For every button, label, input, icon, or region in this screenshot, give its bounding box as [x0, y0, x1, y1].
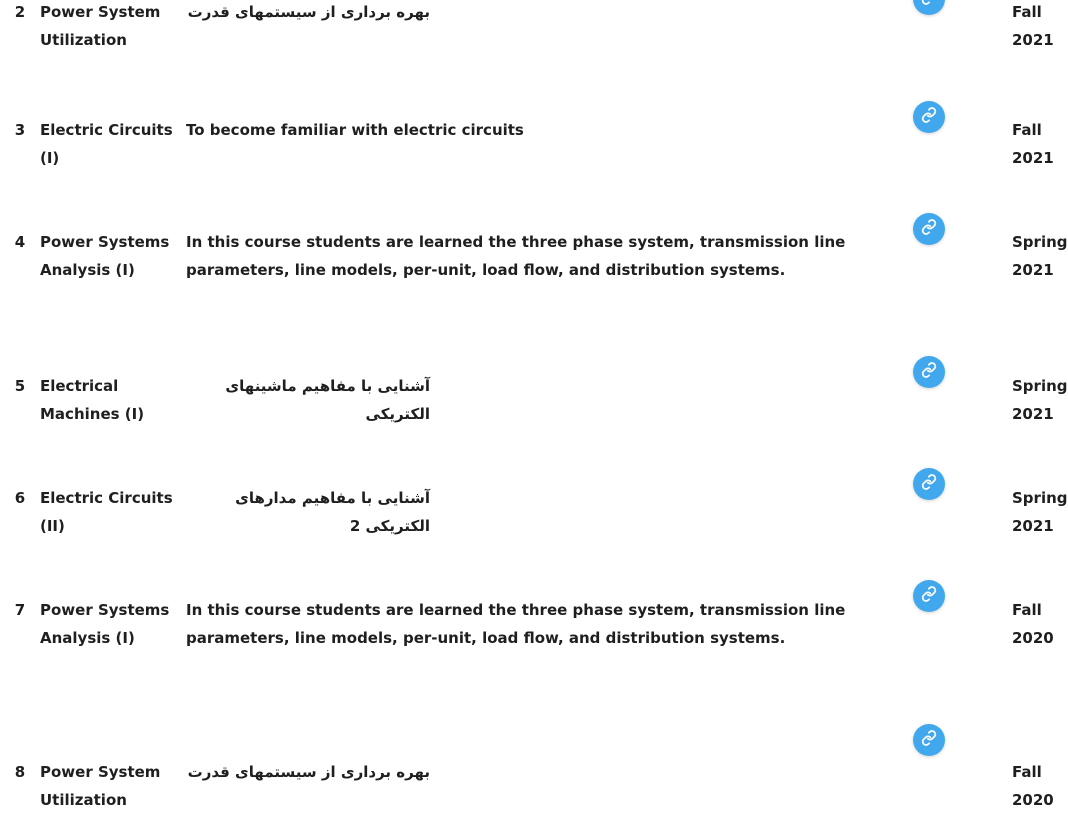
course-description: In this course students are learned the … — [186, 233, 846, 279]
course-description: To become familiar with electric circuit… — [186, 121, 524, 139]
row-number: 6 — [14, 489, 26, 507]
link-icon — [921, 107, 937, 127]
course-title: Electrical Machines (I) — [40, 377, 145, 423]
course-link-button[interactable] — [913, 213, 945, 245]
course-title: Power Systems Analysis (I) — [40, 601, 170, 647]
row-number: 5 — [14, 377, 26, 395]
course-title: Power System Utilization — [40, 3, 161, 49]
course-link-button[interactable] — [913, 468, 945, 500]
course-term: Spring 2021 — [1012, 233, 1068, 279]
course-description: In this course students are learned the … — [186, 601, 846, 647]
course-link-button[interactable] — [913, 0, 945, 15]
course-term: Fall 2020 — [1012, 601, 1054, 647]
course-link-button[interactable] — [913, 356, 945, 388]
course-description: بهره برداری از سیستمهای قدرت — [187, 763, 430, 781]
row-number: 8 — [14, 763, 26, 781]
row-number: 2 — [14, 3, 26, 21]
link-icon — [921, 219, 937, 239]
course-link-button[interactable] — [913, 724, 945, 756]
course-description: آشنایی با مفاهیم مدارهای الکتریکی 2 — [235, 489, 430, 535]
course-title: Power System Utilization — [40, 763, 161, 809]
course-term: Fall 2021 — [1012, 3, 1054, 49]
link-icon — [921, 586, 937, 606]
course-title: Power Systems Analysis (I) — [40, 233, 170, 279]
link-icon — [921, 474, 937, 494]
course-term: Fall 2021 — [1012, 121, 1054, 167]
row-number: 4 — [14, 233, 26, 251]
link-icon — [921, 362, 937, 382]
course-term: Fall 2020 — [1012, 763, 1054, 809]
link-icon — [921, 730, 937, 750]
course-link-button[interactable] — [913, 580, 945, 612]
course-description: بهره برداری از سیستمهای قدرت — [187, 3, 430, 21]
row-number: 7 — [14, 601, 26, 619]
course-description: آشنایی با مفاهیم ماشینهای الکتریکی — [225, 377, 430, 423]
link-icon — [921, 0, 937, 9]
course-link-button[interactable] — [913, 101, 945, 133]
courses-table: 2 Power System Utilization بهره برداری ا… — [0, 0, 1068, 814]
course-title: Electric Circuits (II) — [40, 489, 173, 535]
course-term: Spring 2021 — [1012, 489, 1068, 535]
row-number: 3 — [14, 121, 26, 139]
course-term: Spring 2021 — [1012, 377, 1068, 423]
course-title: Electric Circuits (I) — [40, 121, 173, 167]
